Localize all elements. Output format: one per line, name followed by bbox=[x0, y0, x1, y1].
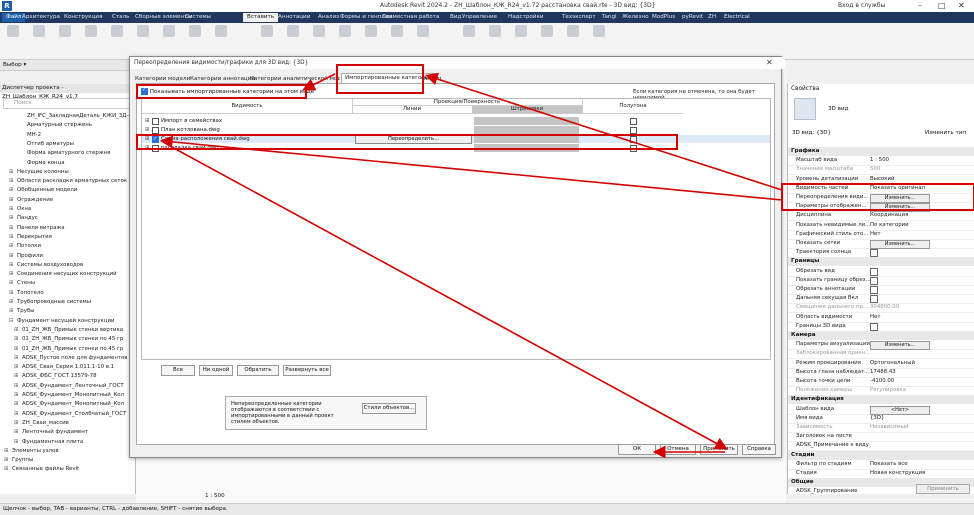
annotation-arrows bbox=[159, 72, 783, 459]
